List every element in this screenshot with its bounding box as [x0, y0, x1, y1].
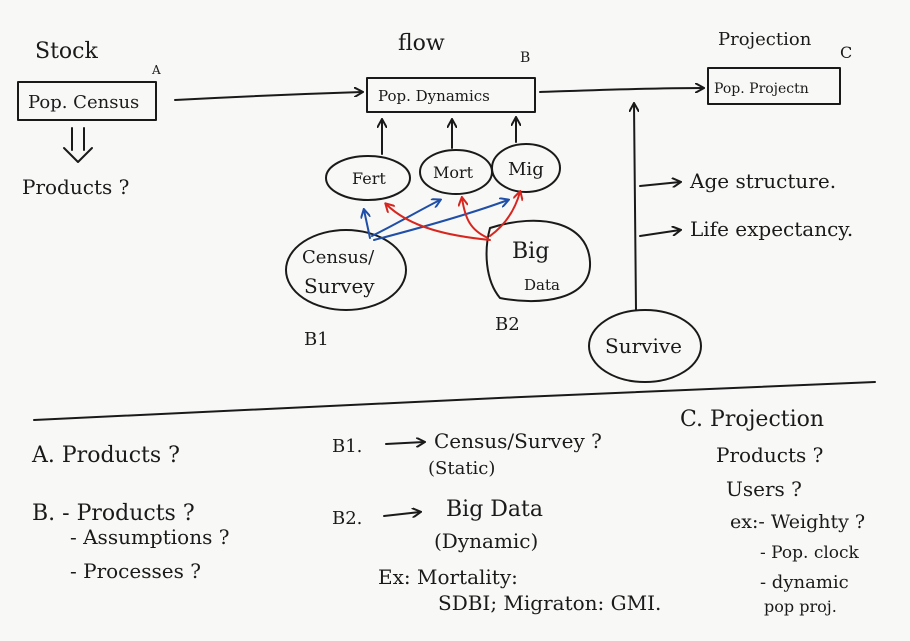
census-survey-node [285, 229, 407, 311]
mig-label: Mig [508, 159, 544, 180]
note-c-1: C. Projection [680, 407, 824, 432]
bigdata-label-2: Data [524, 276, 560, 294]
arrow-to-age-structure [639, 182, 680, 186]
blue-arrow-to-fert [364, 210, 371, 239]
arrow-dynamics-to-projection [539, 88, 703, 92]
pop-projection-label: Pop. Projectn [714, 81, 809, 97]
note-b-1: B. - Products ? [32, 501, 195, 526]
fert-label: Fert [352, 169, 386, 188]
label-c: C [840, 43, 852, 62]
flow-header: flow [398, 31, 445, 56]
note-b1-static: (Static) [428, 458, 495, 479]
projection-header: Projection [718, 29, 812, 50]
note-b1-arrow [385, 442, 424, 444]
red-arrow-to-mig [489, 192, 520, 237]
b1-label: B1 [304, 329, 329, 350]
census-label-1: Census/ [302, 247, 375, 268]
arrow-to-life-expectancy [639, 230, 680, 237]
note-b2-arrow [383, 512, 420, 516]
arrow-survive-up [634, 104, 636, 311]
note-b-2: - Assumptions ? [70, 525, 229, 549]
note-a: A. Products ? [31, 443, 180, 468]
note-b-3: - Processes ? [70, 559, 201, 583]
note-b2: B2. [332, 508, 362, 529]
survive-label: Survive [605, 334, 682, 358]
note-c-2: Products ? [716, 443, 823, 467]
note-c-4: ex:- Weighty ? [730, 511, 865, 533]
label-b: B [520, 50, 530, 66]
note-b1: B1. [332, 436, 362, 457]
note-c-6: - dynamic [760, 572, 849, 593]
note-c-3: Users ? [726, 477, 802, 501]
note-ex: Ex: Mortality: [378, 565, 518, 589]
double-line-down [71, 127, 85, 151]
label-a: A [151, 63, 161, 77]
sketch-canvas: Stock flow Projection A B C Pop. Census … [17, 29, 876, 616]
arrow-census-to-dynamics [174, 92, 362, 101]
note-b2-bigdata: Big Data [446, 497, 543, 522]
note-sdbi: SDBI; Migraton: GMI. [438, 591, 661, 615]
note-b2-dynamic: (Dynamic) [434, 529, 538, 553]
life-expectancy-label: Life expectancy. [690, 217, 853, 241]
census-label-2: Survey [304, 274, 375, 298]
note-c-5: - Pop. clock [760, 543, 860, 563]
down-arrow-head [63, 147, 93, 163]
mort-label: Mort [433, 163, 474, 182]
note-b1-census: Census/Survey ? [434, 429, 602, 453]
pop-dynamics-label: Pop. Dynamics [378, 87, 490, 105]
bigdata-label-1: Big [512, 239, 549, 264]
b2-label: B2 [495, 314, 520, 335]
stock-header: Stock [35, 39, 98, 64]
pop-census-label: Pop. Census [28, 92, 139, 113]
age-structure-label: Age structure. [689, 169, 836, 193]
products-question: Products ? [22, 175, 129, 199]
note-c-7: pop proj. [764, 597, 837, 616]
red-arrow-to-mort [462, 198, 489, 239]
